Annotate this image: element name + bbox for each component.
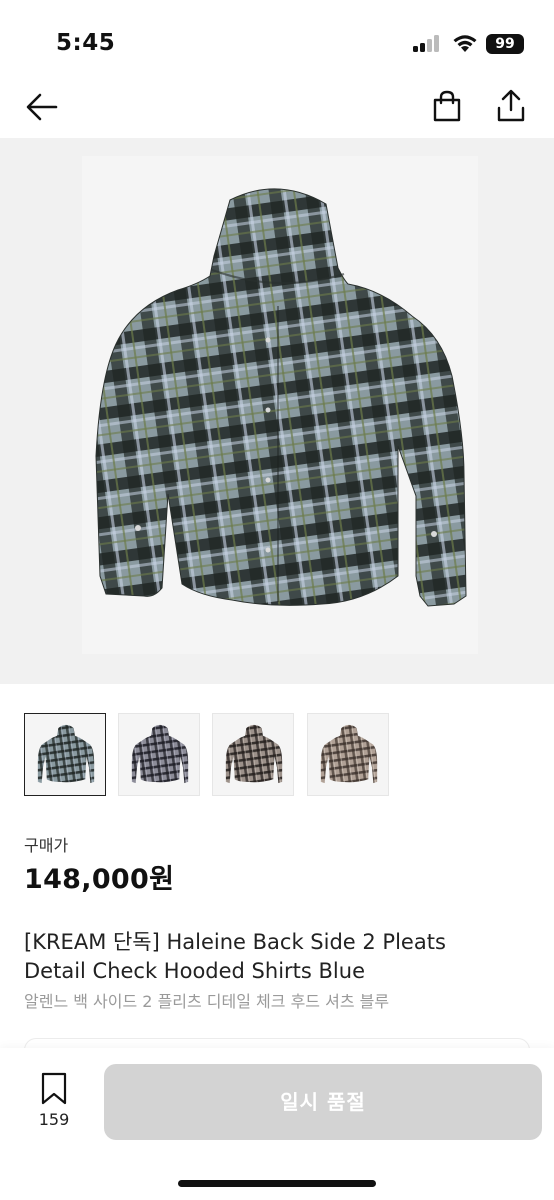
bookmark-count: 159 (38, 1110, 70, 1129)
thumbnail-3[interactable] (212, 713, 294, 796)
bottom-action-bar: 159 일시 품절 (0, 1048, 554, 1200)
shopping-bag-icon[interactable] (430, 89, 464, 123)
cellular-signal-icon (413, 34, 443, 52)
battery-indicator: 99 (486, 34, 524, 54)
status-time: 5:45 (56, 30, 116, 56)
bookmark-icon (41, 1072, 67, 1105)
thumbnail-1[interactable] (24, 713, 106, 796)
product-title: [KREAM 단독] Haleine Back Side 2 Pleats De… (24, 928, 534, 986)
thumbnail-strip (24, 713, 394, 796)
product-title-line-2: Detail Check Hooded Shirts Blue (24, 959, 365, 983)
price-label: 구매가 (24, 836, 69, 855)
home-indicator (178, 1180, 376, 1187)
share-icon[interactable] (494, 88, 528, 124)
product-title-line-1: [KREAM 단독] Haleine Back Side 2 Pleats (24, 930, 446, 954)
thumbnail-2[interactable] (118, 713, 200, 796)
price-value: 148,000원 (24, 864, 175, 895)
sold-out-button[interactable]: 일시 품절 (104, 1064, 542, 1140)
nav-bar (0, 80, 554, 138)
thumbnail-4[interactable] (307, 713, 389, 796)
wifi-icon (453, 35, 477, 52)
back-arrow-icon[interactable] (24, 90, 60, 124)
product-subtitle-korean: 알렌느 백 사이드 2 플리츠 디테일 체크 후드 셔츠 블루 (24, 992, 390, 1011)
bookmark-button[interactable]: 159 (30, 1072, 78, 1134)
product-image-gallery[interactable] (0, 138, 554, 684)
status-bar: 5:45 99 (0, 0, 554, 80)
product-main-image (82, 156, 478, 654)
